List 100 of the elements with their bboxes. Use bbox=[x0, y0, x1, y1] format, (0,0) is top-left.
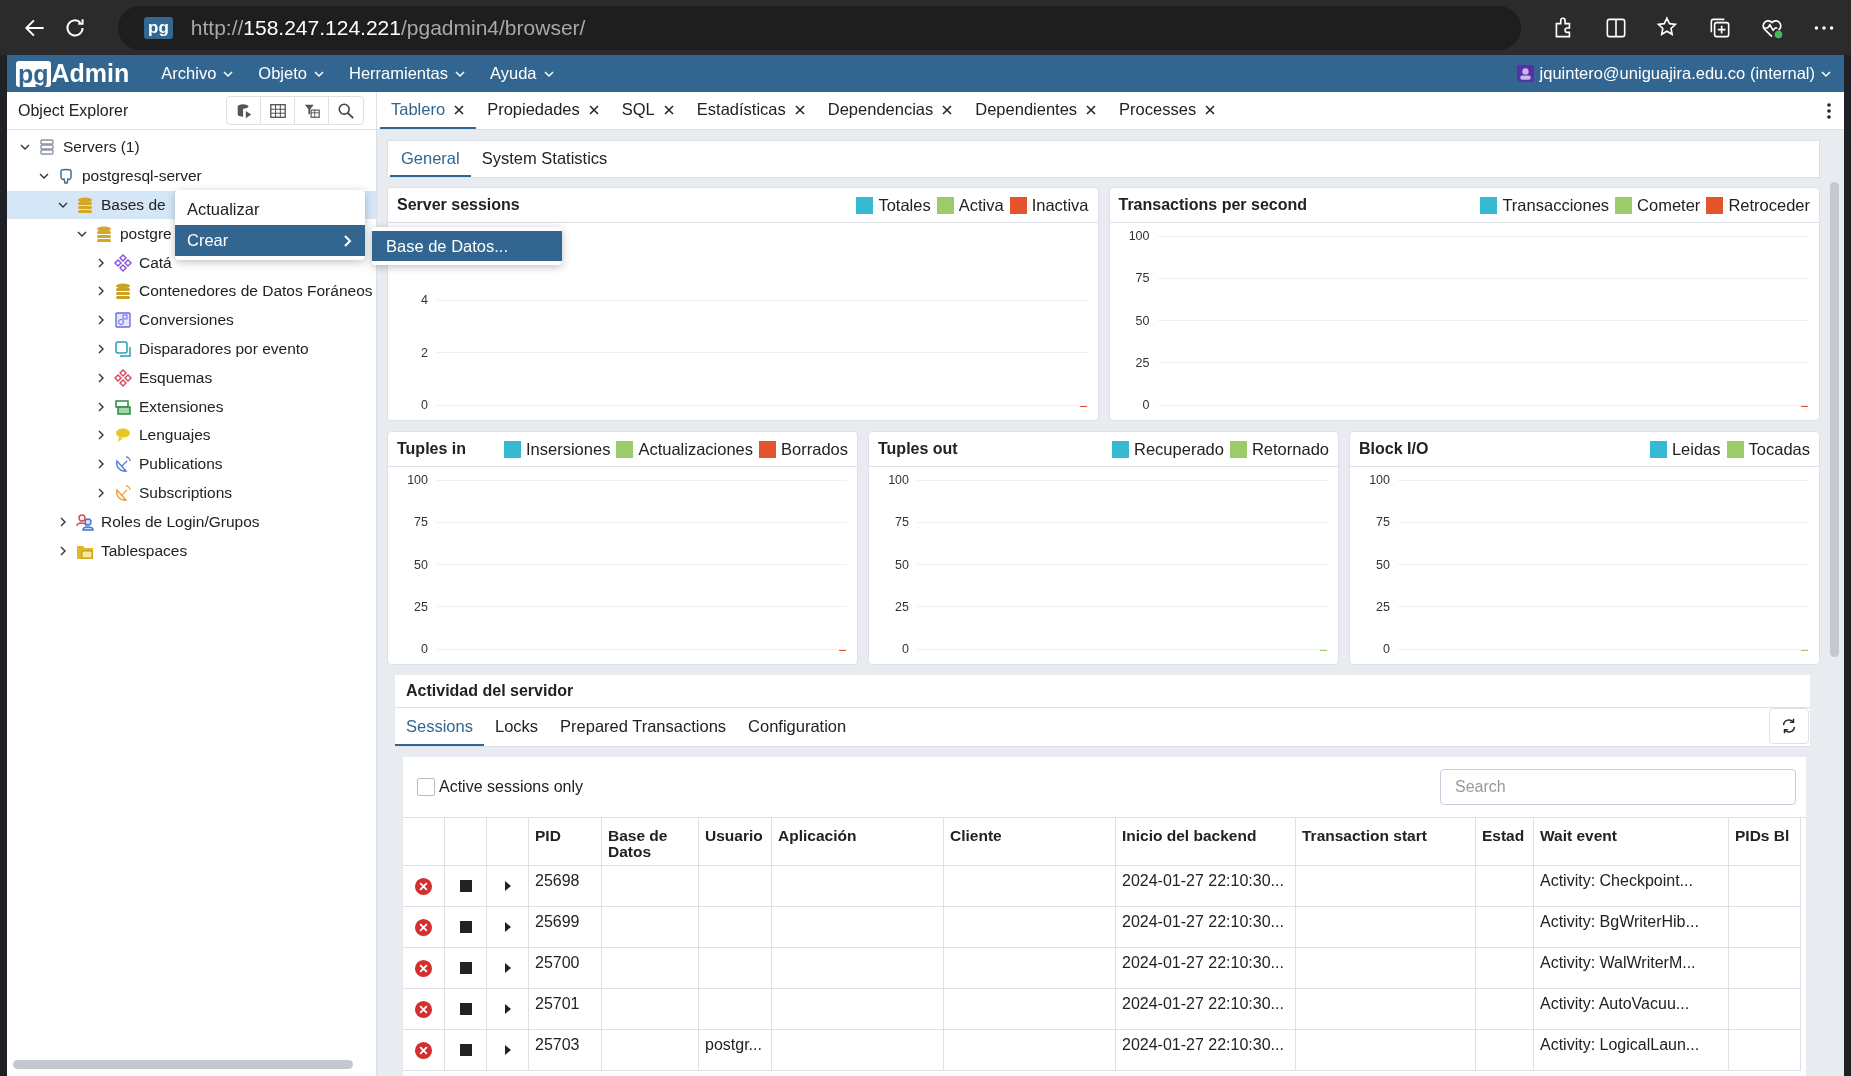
search-field[interactable]: Search bbox=[1440, 769, 1796, 805]
address-bar[interactable]: pg http://158.247.124.221/pgadmin4/browser/ bbox=[118, 5, 1521, 50]
menu-item[interactable]: Herramientas bbox=[345, 60, 481, 87]
series-marker bbox=[1801, 405, 1808, 407]
menu-item[interactable]: Archivo bbox=[157, 60, 249, 87]
series-marker bbox=[1079, 405, 1087, 407]
scrollbar-thumb[interactable] bbox=[1830, 182, 1839, 657]
column-header[interactable]: Estad bbox=[1476, 818, 1534, 866]
column-header[interactable]: Base de Datos bbox=[602, 818, 699, 866]
cancel-icon[interactable] bbox=[414, 917, 433, 937]
expand-icon[interactable] bbox=[503, 1044, 512, 1056]
checkbox[interactable] bbox=[417, 778, 435, 796]
tab[interactable]: System Statistics bbox=[470, 141, 619, 177]
stop-icon[interactable] bbox=[459, 880, 472, 892]
cancel-icon[interactable] bbox=[414, 958, 433, 978]
stop-icon[interactable] bbox=[459, 962, 472, 974]
checkbox-label: Active sessions only bbox=[439, 778, 584, 796]
cancel-icon[interactable] bbox=[414, 876, 433, 896]
table-cell: 2024-01-27 22:10:30... bbox=[1116, 1030, 1296, 1071]
stop-icon[interactable] bbox=[459, 1044, 472, 1056]
column-header[interactable]: Wait event bbox=[1534, 818, 1729, 866]
tab[interactable]: SQL bbox=[610, 92, 686, 129]
close-icon[interactable] bbox=[941, 103, 954, 116]
legend-label: Borrados bbox=[781, 439, 848, 459]
scrollbar-thumb[interactable] bbox=[13, 1060, 353, 1069]
tree-item[interactable]: Lenguajes bbox=[7, 420, 376, 450]
axis-tick-label: 50 bbox=[1375, 557, 1390, 572]
tab[interactable]: Prepared Transactions bbox=[549, 708, 738, 746]
tree-item[interactable]: Conversiones bbox=[7, 305, 376, 335]
tree-item[interactable]: Contenedores de Datos Foráneos bbox=[7, 277, 376, 306]
axis-tick-label: 50 bbox=[894, 557, 909, 572]
tree-item[interactable]: Tablespaces bbox=[7, 536, 376, 565]
menu-item[interactable]: Base de Datos... bbox=[372, 231, 562, 261]
cancel-icon[interactable] bbox=[414, 999, 433, 1019]
expand-icon[interactable] bbox=[503, 880, 512, 892]
table-cell bbox=[1476, 1030, 1534, 1071]
axis-tick-label: 50 bbox=[413, 557, 428, 572]
column-header[interactable]: Transaction start bbox=[1296, 818, 1476, 866]
url-text: http://158.247.124.221/pgadmin4/browser/ bbox=[190, 15, 586, 40]
tree-item[interactable]: Subscriptions bbox=[7, 478, 376, 508]
cancel-icon[interactable] bbox=[414, 1040, 433, 1060]
legend-label: Retroceder bbox=[1728, 195, 1810, 215]
elephant-icon bbox=[57, 167, 75, 186]
close-icon[interactable] bbox=[793, 103, 806, 116]
tab[interactable]: Dependientes bbox=[964, 92, 1109, 129]
expand-icon[interactable] bbox=[503, 962, 512, 974]
tab[interactable]: Dependencias bbox=[816, 92, 965, 129]
table-icon bbox=[268, 101, 287, 120]
stop-icon[interactable] bbox=[459, 1003, 472, 1015]
close-icon[interactable] bbox=[1204, 103, 1217, 116]
axis-tick-label: 50 bbox=[1134, 313, 1150, 328]
more-options-icon[interactable] bbox=[1826, 100, 1832, 121]
axis-tick-label: 0 bbox=[420, 642, 428, 656]
refresh-button[interactable] bbox=[1769, 708, 1809, 744]
table-cell bbox=[1476, 866, 1534, 907]
expand-icon[interactable] bbox=[503, 1003, 512, 1015]
column-header[interactable]: Inicio del backend bbox=[1116, 818, 1296, 866]
menu-item[interactable]: Objeto bbox=[254, 60, 339, 87]
stop-icon[interactable] bbox=[459, 921, 472, 933]
axis-tick-label: 75 bbox=[413, 515, 428, 530]
close-icon[interactable] bbox=[453, 103, 466, 116]
menu-item[interactable]: Ayuda bbox=[486, 60, 569, 87]
axis-tick-label: 75 bbox=[1134, 271, 1150, 286]
server-stack-icon bbox=[38, 138, 56, 157]
tab[interactable]: Configuration bbox=[737, 708, 858, 746]
close-icon[interactable] bbox=[662, 103, 675, 116]
tab[interactable]: Processes bbox=[1108, 92, 1228, 129]
conversion-icon bbox=[114, 311, 132, 330]
column-header[interactable]: Usuario bbox=[699, 818, 772, 866]
close-icon[interactable] bbox=[1085, 103, 1098, 116]
table-cell: Activity: BgWriterHib... bbox=[1534, 907, 1729, 948]
column-header[interactable]: PID bbox=[529, 818, 602, 866]
extension-icon bbox=[114, 397, 132, 416]
tab[interactable]: Estadísticas bbox=[685, 92, 817, 129]
tree-item[interactable]: Disparadores por evento bbox=[7, 334, 376, 364]
database-icon bbox=[95, 224, 113, 243]
menu-item[interactable]: Crear bbox=[175, 225, 365, 256]
column-header[interactable]: Cliente bbox=[944, 818, 1116, 866]
table-cell: Activity: AutoVacuu... bbox=[1534, 989, 1729, 1030]
panel-title: Object Explorer bbox=[18, 101, 130, 120]
satellite-dish-icon bbox=[114, 483, 132, 502]
column-header[interactable]: Aplicación bbox=[772, 818, 944, 866]
chart-title: Transactions per second bbox=[1118, 196, 1308, 214]
tree-item[interactable]: Publications bbox=[7, 449, 376, 479]
expand-icon[interactable] bbox=[503, 921, 512, 933]
tab[interactable]: Sessions bbox=[395, 708, 484, 746]
tab[interactable]: Propiedades bbox=[476, 92, 611, 129]
table-cell: Activity: LogicalLaun... bbox=[1534, 1030, 1729, 1071]
tree-item[interactable]: Esquemas bbox=[7, 363, 376, 393]
close-icon[interactable] bbox=[587, 103, 600, 116]
tree-item[interactable]: Roles de Login/Grupos bbox=[7, 507, 376, 537]
axis-tick-label: 25 bbox=[894, 599, 909, 614]
tab[interactable]: General bbox=[390, 141, 471, 177]
tree-item[interactable]: Servers (1) bbox=[7, 133, 376, 162]
tab[interactable]: Locks bbox=[483, 708, 550, 746]
tree-item[interactable]: postgresql-server bbox=[7, 161, 376, 191]
column-header[interactable]: PIDs Bl bbox=[1729, 818, 1801, 866]
legend-label: Totales bbox=[878, 195, 931, 215]
user-menu[interactable]: jquintero@uniguajira.edu.co (internal) bbox=[1511, 60, 1832, 87]
tree-item[interactable]: Extensiones bbox=[7, 392, 376, 421]
